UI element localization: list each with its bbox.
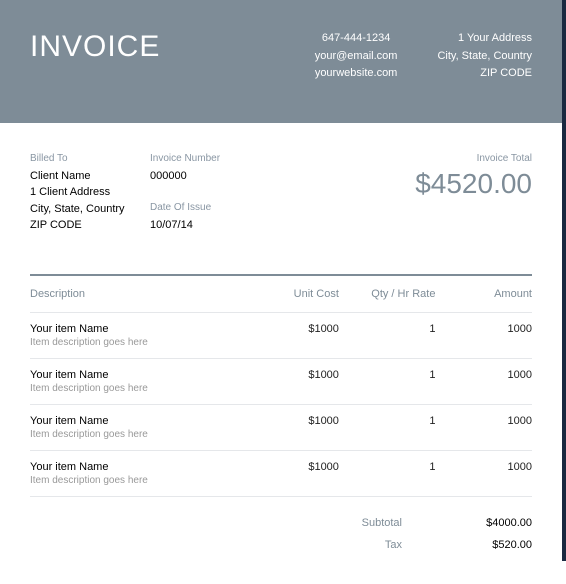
- tax-row: Tax $520.00: [30, 539, 532, 551]
- totals-block: Subtotal $4000.00 Tax $520.00: [30, 517, 532, 551]
- tax-label: Tax: [385, 539, 402, 551]
- billed-to-label: Billed To: [30, 153, 150, 164]
- subtotal-row: Subtotal $4000.00: [30, 517, 532, 529]
- client-zip: ZIP CODE: [30, 217, 150, 234]
- address-line1: 1 Your Address: [437, 30, 532, 48]
- contact-email: your@email.com: [315, 48, 398, 66]
- invoice-total-label: Invoice Total: [412, 153, 532, 164]
- col-unit-cost: Unit Cost: [242, 288, 339, 300]
- col-amount: Amount: [435, 288, 532, 300]
- item-amount: 1000: [435, 369, 532, 381]
- item-cost: $1000: [242, 369, 339, 381]
- item-amount: 1000: [435, 415, 532, 427]
- table-header: Description Unit Cost Qty / Hr Rate Amou…: [30, 276, 532, 313]
- tax-value: $520.00: [462, 539, 532, 551]
- invoice-total-value: $4520.00: [412, 168, 532, 200]
- item-name: Your item Name: [30, 369, 242, 381]
- item-name: Your item Name: [30, 415, 242, 427]
- date-issue-label: Date Of Issue: [150, 202, 270, 213]
- address-line2: City, State, Country: [437, 48, 532, 66]
- item-qty: 1: [339, 461, 436, 473]
- item-amount: 1000: [435, 323, 532, 335]
- invoice-number-value: 000000: [150, 168, 270, 185]
- item-cost: $1000: [242, 323, 339, 335]
- invoice-body: Billed To Client Name 1 Client Address C…: [0, 123, 562, 561]
- table-row: Your item Name Item description goes her…: [30, 359, 532, 405]
- item-name: Your item Name: [30, 323, 242, 335]
- table-row: Your item Name Item description goes her…: [30, 405, 532, 451]
- address-block: 1 Your Address City, State, Country ZIP …: [437, 30, 532, 83]
- subtotal-value: $4000.00: [462, 517, 532, 529]
- item-name: Your item Name: [30, 461, 242, 473]
- invoice-total-block: Invoice Total $4520.00: [412, 153, 532, 234]
- col-description: Description: [30, 288, 242, 300]
- item-description: Item description goes here: [30, 475, 242, 486]
- line-items-table: Description Unit Cost Qty / Hr Rate Amou…: [30, 274, 532, 497]
- item-qty: 1: [339, 415, 436, 427]
- client-addr2: City, State, Country: [30, 201, 150, 218]
- client-name: Client Name: [30, 168, 150, 185]
- address-line3: ZIP CODE: [437, 65, 532, 83]
- item-description: Item description goes here: [30, 337, 242, 348]
- item-cost: $1000: [242, 415, 339, 427]
- table-row: Your item Name Item description goes her…: [30, 451, 532, 497]
- contact-block: 647-444-1234 your@email.com yourwebsite.…: [315, 30, 398, 83]
- invoice-number-label: Invoice Number: [150, 153, 270, 164]
- col-qty: Qty / Hr Rate: [339, 288, 436, 300]
- header-info: 647-444-1234 your@email.com yourwebsite.…: [315, 30, 532, 83]
- item-cost: $1000: [242, 461, 339, 473]
- invoice-meta-block: Invoice Number 000000 Date Of Issue 10/0…: [150, 153, 270, 234]
- item-qty: 1: [339, 369, 436, 381]
- item-qty: 1: [339, 323, 436, 335]
- contact-website: yourwebsite.com: [315, 65, 398, 83]
- subtotal-label: Subtotal: [362, 517, 402, 529]
- client-addr1: 1 Client Address: [30, 184, 150, 201]
- invoice-header: INVOICE 647-444-1234 your@email.com your…: [0, 0, 562, 123]
- contact-phone: 647-444-1234: [315, 30, 398, 48]
- item-amount: 1000: [435, 461, 532, 473]
- item-description: Item description goes here: [30, 429, 242, 440]
- date-issue-value: 10/07/14: [150, 217, 270, 234]
- info-row: Billed To Client Name 1 Client Address C…: [30, 153, 532, 234]
- invoice-title: INVOICE: [30, 30, 160, 83]
- item-description: Item description goes here: [30, 383, 242, 394]
- billed-to-block: Billed To Client Name 1 Client Address C…: [30, 153, 150, 234]
- table-row: Your item Name Item description goes her…: [30, 313, 532, 359]
